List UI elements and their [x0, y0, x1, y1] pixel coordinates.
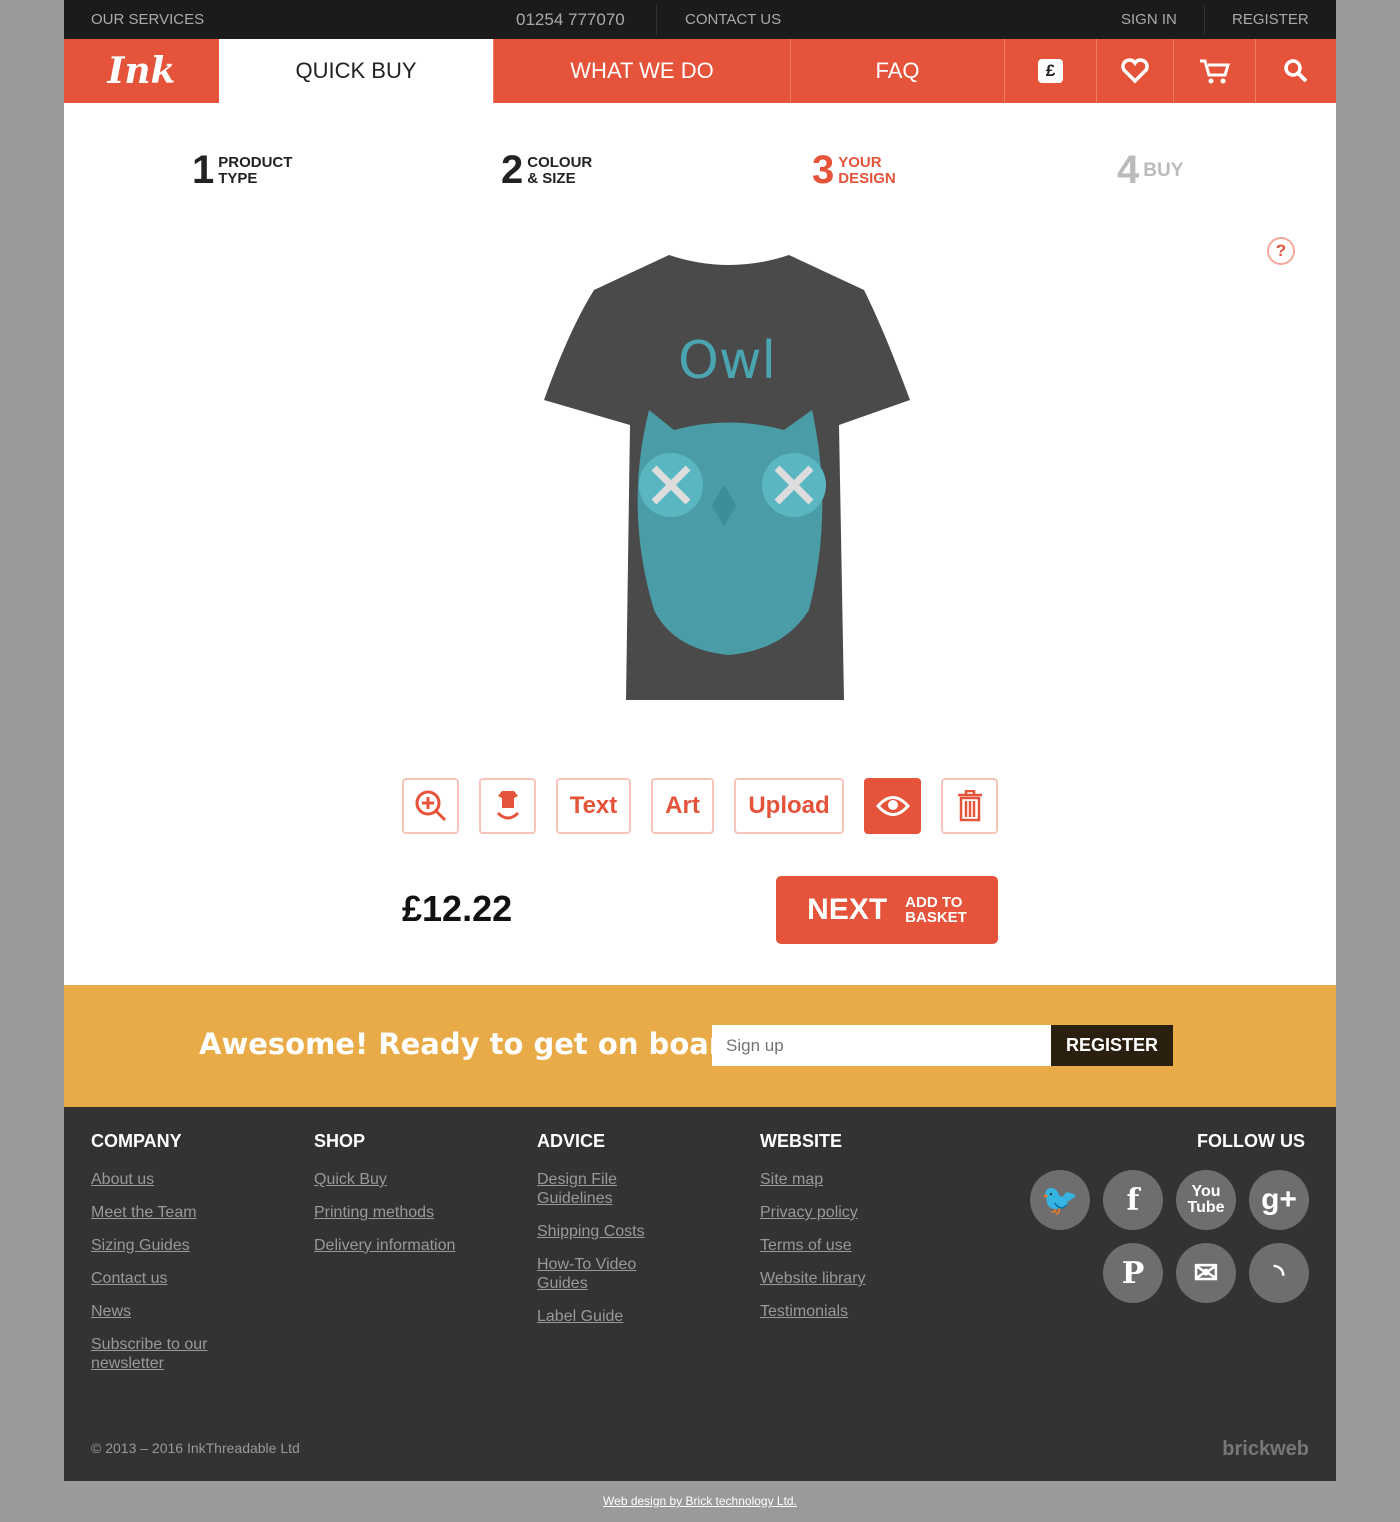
follow-us-heading: FOLLOW US — [1197, 1131, 1305, 1151]
brickweb-logo[interactable]: brickweb — [1222, 1438, 1309, 1461]
rss-icon[interactable]: ◝ — [1249, 1243, 1309, 1303]
signup-input[interactable] — [712, 1025, 1051, 1066]
footer: COMPANY About us Meet the Team Sizing Guide… — [64, 1107, 1336, 1481]
nav-quick-buy[interactable]: QUICK BUY — [219, 39, 494, 103]
footer-column-website: WEBSITE Site map Privacy policy Terms of us… — [760, 1131, 910, 1335]
wishlist-button[interactable] — [1097, 39, 1174, 103]
footer-link[interactable]: Site map — [760, 1170, 910, 1189]
footer-column-title: WEBSITE — [760, 1131, 843, 1151]
signup-band: Awesome! Ready to get on board? REGISTER — [64, 985, 1336, 1107]
register-link[interactable]: REGISTER — [1232, 11, 1309, 28]
logo[interactable]: Ink — [64, 39, 219, 103]
footer-link[interactable]: Label Guide — [537, 1307, 687, 1326]
footer-column-company: COMPANY About us Meet the Team Sizing Guide… — [91, 1131, 241, 1387]
footer-link[interactable]: Delivery information — [314, 1236, 464, 1255]
phone-number: 01254 777070 — [516, 10, 625, 29]
tshirt-preview: Owl — [544, 255, 910, 700]
footer-column-advice: ADVICE Design File Guidelines Shipping Cos… — [537, 1131, 687, 1340]
copyright: © 2013 – 2016 InkThreadable Ltd — [91, 1440, 300, 1456]
search-button[interactable] — [1256, 39, 1336, 103]
contact-us-link[interactable]: CONTACT US — [685, 11, 781, 28]
youtube-icon[interactable]: You Tube — [1176, 1170, 1236, 1230]
upload-button[interactable]: Upload — [734, 778, 844, 834]
footer-link[interactable]: Subscribe to our newsletter — [91, 1335, 241, 1373]
sign-in-link[interactable]: SIGN IN — [1121, 11, 1177, 28]
add-text-button[interactable]: Text — [556, 778, 631, 834]
footer-column-title: COMPANY — [91, 1131, 182, 1151]
nav-what-we-do[interactable]: WHAT WE DO — [494, 39, 791, 103]
footer-link[interactable]: Meet the Team — [91, 1203, 241, 1222]
footer-column-title: ADVICE — [537, 1131, 606, 1151]
zoom-in-icon — [415, 790, 446, 822]
step-1[interactable]: 1 PRODUCT TYPE — [192, 148, 292, 193]
our-services-link[interactable]: OUR SERVICES — [91, 11, 204, 28]
search-icon — [1284, 59, 1308, 83]
footer-link[interactable]: About us — [91, 1170, 241, 1189]
register-button[interactable]: REGISTER — [1051, 1025, 1173, 1066]
add-art-button[interactable]: Art — [651, 778, 714, 834]
footer-link[interactable]: Quick Buy — [314, 1170, 464, 1189]
design-text: Owl — [678, 331, 776, 391]
delete-button[interactable] — [941, 778, 998, 834]
step-4: 4 BUY — [1117, 148, 1184, 192]
footer-link[interactable]: Printing methods — [314, 1203, 464, 1222]
trash-icon — [957, 790, 982, 822]
footer-link[interactable]: Contact us — [91, 1269, 241, 1288]
footer-column-title: SHOP — [314, 1131, 366, 1151]
footer-link[interactable]: Privacy policy — [760, 1203, 910, 1222]
credit-link[interactable]: Web design by Brick technology Ltd. — [0, 1494, 1400, 1508]
footer-link[interactable]: News — [91, 1302, 241, 1321]
zoom-button[interactable] — [402, 778, 459, 834]
eye-icon — [875, 796, 910, 816]
heart-icon — [1121, 58, 1149, 84]
facebook-icon[interactable]: f — [1103, 1170, 1163, 1230]
tshirt-swap-icon — [496, 791, 519, 820]
email-icon[interactable]: ✉ — [1176, 1243, 1236, 1303]
step-3[interactable]: 3 YOUR DESIGN — [812, 148, 896, 193]
currency-select[interactable]: £ — [1005, 39, 1097, 103]
nav-faq[interactable]: FAQ — [791, 39, 1005, 103]
price: £12.22 — [402, 888, 513, 929]
footer-link[interactable]: Testimonials — [760, 1302, 910, 1321]
main-nav: Ink QUICK BUY WHAT WE DO FAQ £ — [64, 39, 1336, 103]
help-icon[interactable]: ? — [1267, 237, 1295, 265]
footer-link[interactable]: Sizing Guides — [91, 1236, 241, 1255]
footer-link[interactable]: Design File Guidelines — [537, 1170, 687, 1208]
footer-link[interactable]: Terms of use — [760, 1236, 910, 1255]
footer-link[interactable]: Shipping Costs — [537, 1222, 687, 1241]
top-bar: OUR SERVICES 01254 777070 CONTACT US SIG… — [64, 0, 1336, 39]
footer-link[interactable]: Website library — [760, 1269, 910, 1288]
footer-column-shop: SHOP Quick Buy Printing methods Delivery in… — [314, 1131, 464, 1269]
cart-button[interactable] — [1174, 39, 1256, 103]
step-2[interactable]: 2 COLOUR & SIZE — [501, 148, 592, 193]
pinterest-icon[interactable]: P — [1103, 1243, 1163, 1303]
preview-button[interactable] — [864, 778, 921, 834]
change-product-button[interactable] — [479, 778, 536, 834]
google-plus-icon[interactable]: g+ — [1249, 1170, 1309, 1230]
footer-link[interactable]: How-To Video Guides — [537, 1255, 687, 1293]
cart-icon — [1199, 59, 1230, 84]
next-add-to-basket-button[interactable]: NEXT ADD TO BASKET — [776, 876, 998, 944]
twitter-icon[interactable]: 🐦 — [1030, 1170, 1090, 1230]
signup-heading: Awesome! Ready to get on board? — [199, 1027, 761, 1061]
page: OUR SERVICES 01254 777070 CONTACT US SIG… — [64, 0, 1336, 1481]
